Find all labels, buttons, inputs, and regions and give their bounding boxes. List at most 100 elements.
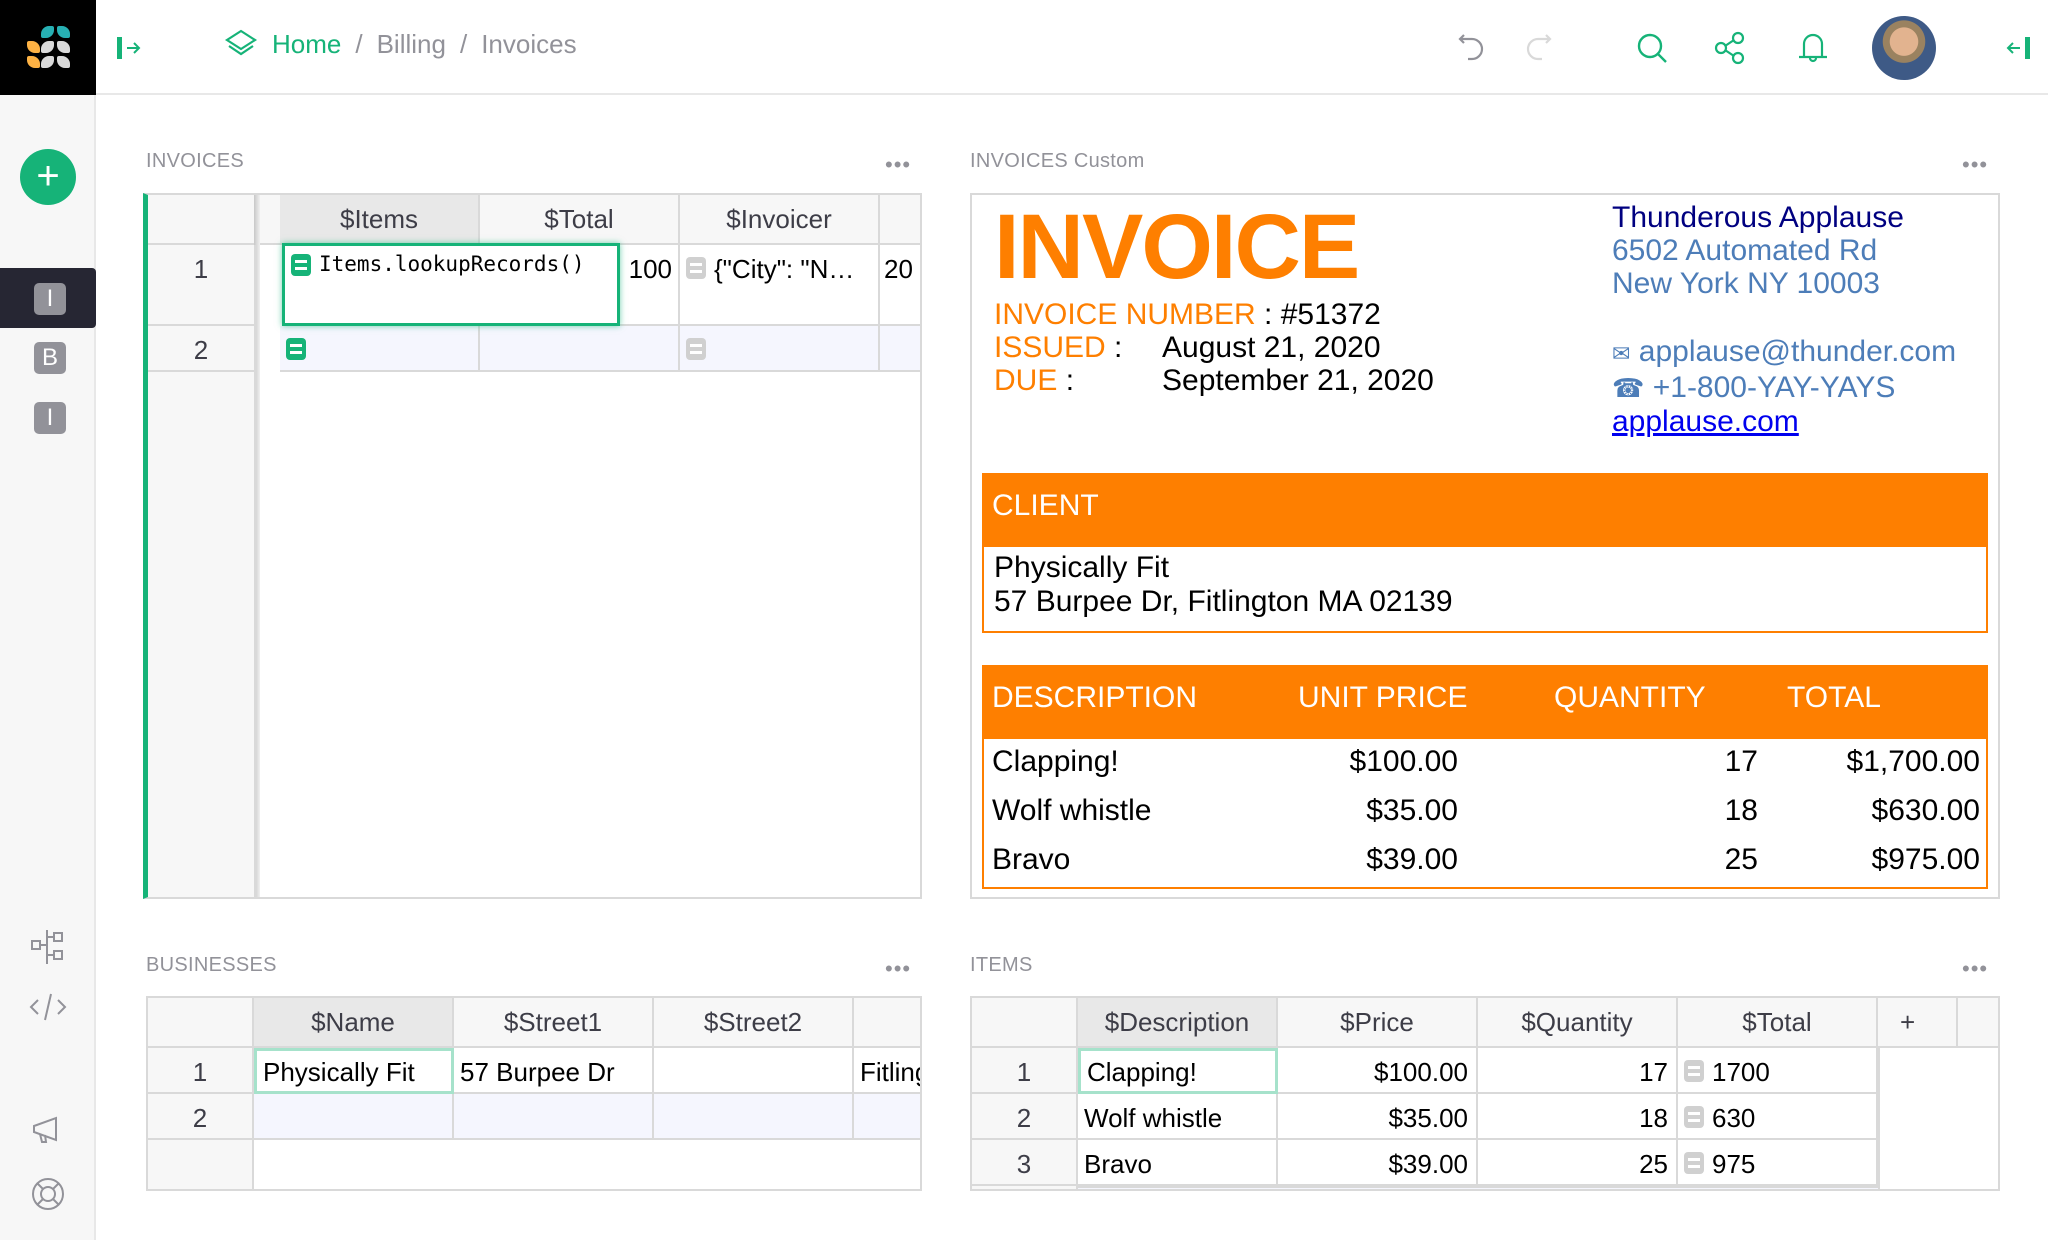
cell-price[interactable]: $100.00 bbox=[1278, 1048, 1478, 1094]
section-menu-button[interactable]: ••• bbox=[885, 958, 911, 980]
unit-price: $100.00 bbox=[1349, 745, 1458, 778]
row-number[interactable]: 2 bbox=[148, 326, 256, 372]
column-header-partial[interactable] bbox=[854, 998, 920, 1048]
cell-partial[interactable]: 20 bbox=[880, 245, 920, 326]
invoice-line-item: Bravo $39.00 25 $975.00 bbox=[984, 837, 1986, 886]
breadcrumb-home[interactable]: Home bbox=[272, 29, 341, 60]
cell-items-new[interactable] bbox=[280, 326, 480, 372]
column-header-price[interactable]: $Price bbox=[1278, 998, 1478, 1048]
line-total: $975.00 bbox=[1871, 843, 1980, 876]
row-number[interactable]: 3 bbox=[972, 1140, 1078, 1186]
cell-value: 630 bbox=[1712, 1103, 1756, 1133]
cell-price[interactable]: $35.00 bbox=[1278, 1094, 1478, 1140]
panel-expand-icon[interactable] bbox=[110, 28, 150, 68]
unit-price: $35.00 bbox=[1366, 794, 1458, 827]
page-badge: I bbox=[34, 402, 66, 434]
invoicer-website-link[interactable]: applause.com bbox=[1612, 405, 1799, 439]
invoice-custom-widget: INVOICE INVOICE NUMBER : #51372 ISSUED :… bbox=[970, 193, 2000, 899]
column-header-name[interactable]: $Name bbox=[254, 998, 454, 1048]
section-menu-button[interactable]: ••• bbox=[1962, 958, 1988, 980]
page-badge: I bbox=[34, 283, 66, 315]
cell-description[interactable]: Wolf whistle bbox=[1078, 1094, 1278, 1140]
search-icon[interactable] bbox=[1632, 28, 1672, 68]
page-item-items[interactable]: I bbox=[0, 387, 96, 447]
page-item-businesses[interactable]: B bbox=[0, 327, 96, 387]
row-number[interactable]: 1 bbox=[148, 245, 256, 326]
column-header-partial[interactable] bbox=[880, 195, 920, 245]
row-number[interactable]: 2 bbox=[148, 1094, 254, 1140]
formula-editor[interactable]: Items.lookupRecords() bbox=[282, 243, 620, 326]
section-menu-button[interactable]: ••• bbox=[885, 154, 911, 176]
cell-street2-new[interactable] bbox=[654, 1094, 854, 1140]
header-spacer bbox=[260, 195, 280, 245]
cell-price[interactable]: $39.00 bbox=[1278, 1140, 1478, 1186]
bell-icon[interactable] bbox=[1793, 28, 1833, 68]
panel-collapse-icon[interactable] bbox=[1998, 28, 2038, 68]
cell-name[interactable]: Physically Fit bbox=[254, 1048, 454, 1094]
page-item-invoices[interactable]: I bbox=[0, 268, 96, 328]
cell-quantity[interactable]: 17 bbox=[1478, 1048, 1678, 1094]
new-row[interactable] bbox=[1078, 1186, 1878, 1189]
row-number-gutter bbox=[148, 1140, 254, 1189]
redo-icon[interactable] bbox=[1518, 28, 1558, 68]
column-header-quantity[interactable]: $Quantity bbox=[1478, 998, 1678, 1048]
raw-data-icon[interactable] bbox=[28, 927, 68, 967]
corner-cell[interactable] bbox=[972, 998, 1078, 1048]
corner-cell[interactable] bbox=[148, 998, 254, 1048]
row-number[interactable]: 1 bbox=[148, 1048, 254, 1094]
avatar[interactable] bbox=[1872, 16, 1936, 80]
email-icon: ✉ bbox=[1612, 341, 1631, 366]
cell-street1-new[interactable] bbox=[454, 1094, 654, 1140]
cell-name-new[interactable] bbox=[254, 1094, 454, 1140]
column-header-description[interactable]: $Description bbox=[1078, 998, 1278, 1048]
cell-quantity[interactable]: 25 bbox=[1478, 1140, 1678, 1186]
undo-icon[interactable] bbox=[1452, 28, 1492, 68]
column-header-total[interactable]: $Total bbox=[480, 195, 680, 245]
app-logo[interactable] bbox=[0, 0, 96, 95]
announcement-icon[interactable] bbox=[28, 1110, 68, 1150]
column-header-street2[interactable]: $Street2 bbox=[654, 998, 854, 1048]
description: Clapping! bbox=[992, 745, 1119, 778]
code-view-icon[interactable] bbox=[28, 988, 68, 1028]
corner-cell[interactable] bbox=[148, 195, 256, 245]
cell-total[interactable]: 1700 bbox=[1678, 1048, 1878, 1094]
formula-icon bbox=[686, 338, 706, 360]
breadcrumb-separator: / bbox=[355, 28, 363, 59]
description: Wolf whistle bbox=[992, 794, 1152, 827]
colon: : bbox=[1114, 331, 1123, 364]
row-number[interactable]: 2 bbox=[972, 1094, 1078, 1140]
cell-description[interactable]: Bravo bbox=[1078, 1140, 1278, 1186]
column-header-invoicer[interactable]: $Invoicer bbox=[680, 195, 880, 245]
help-center-icon[interactable] bbox=[28, 1174, 68, 1214]
formula-text[interactable]: Items.lookupRecords() bbox=[319, 252, 585, 276]
formula-icon bbox=[291, 254, 311, 276]
cell-total-new[interactable] bbox=[480, 326, 680, 372]
column-header-items[interactable]: $Items bbox=[280, 195, 480, 245]
share-icon[interactable] bbox=[1710, 28, 1750, 68]
section-menu-button[interactable]: ••• bbox=[1962, 154, 1988, 176]
column-header-street1[interactable]: $Street1 bbox=[454, 998, 654, 1048]
formula-icon bbox=[686, 257, 706, 279]
row-number[interactable]: 1 bbox=[972, 1048, 1078, 1094]
cell-street2[interactable] bbox=[654, 1048, 854, 1094]
cell-city-new[interactable] bbox=[854, 1094, 920, 1140]
cell-total[interactable]: 630 bbox=[1678, 1094, 1878, 1140]
header-filler bbox=[1958, 998, 1998, 1048]
cell-invoicer[interactable]: {"City": "N… bbox=[680, 245, 880, 326]
cell-invoicer-new[interactable] bbox=[680, 326, 880, 372]
invoicer-email[interactable]: applause@thunder.com bbox=[1639, 335, 1956, 368]
issued-label: ISSUED bbox=[994, 331, 1106, 364]
column-header-total[interactable]: $Total bbox=[1678, 998, 1878, 1048]
add-column-button[interactable]: + bbox=[1878, 998, 1958, 1048]
cell-partial-new[interactable] bbox=[880, 326, 920, 372]
cell-total[interactable]: 975 bbox=[1678, 1140, 1878, 1186]
cell-description[interactable]: Clapping! bbox=[1078, 1048, 1278, 1094]
add-new-button[interactable]: + bbox=[20, 149, 76, 205]
breadcrumb-billing[interactable]: Billing bbox=[377, 29, 446, 60]
issued-line: ISSUED : August 21, 2020 bbox=[994, 331, 1381, 365]
due-label: DUE bbox=[994, 364, 1058, 397]
cell-quantity[interactable]: 18 bbox=[1478, 1094, 1678, 1140]
cell-street1[interactable]: 57 Burpee Dr bbox=[454, 1048, 654, 1094]
cell-city[interactable]: Fitling bbox=[854, 1048, 920, 1094]
header-total: TOTAL bbox=[1787, 681, 1881, 714]
